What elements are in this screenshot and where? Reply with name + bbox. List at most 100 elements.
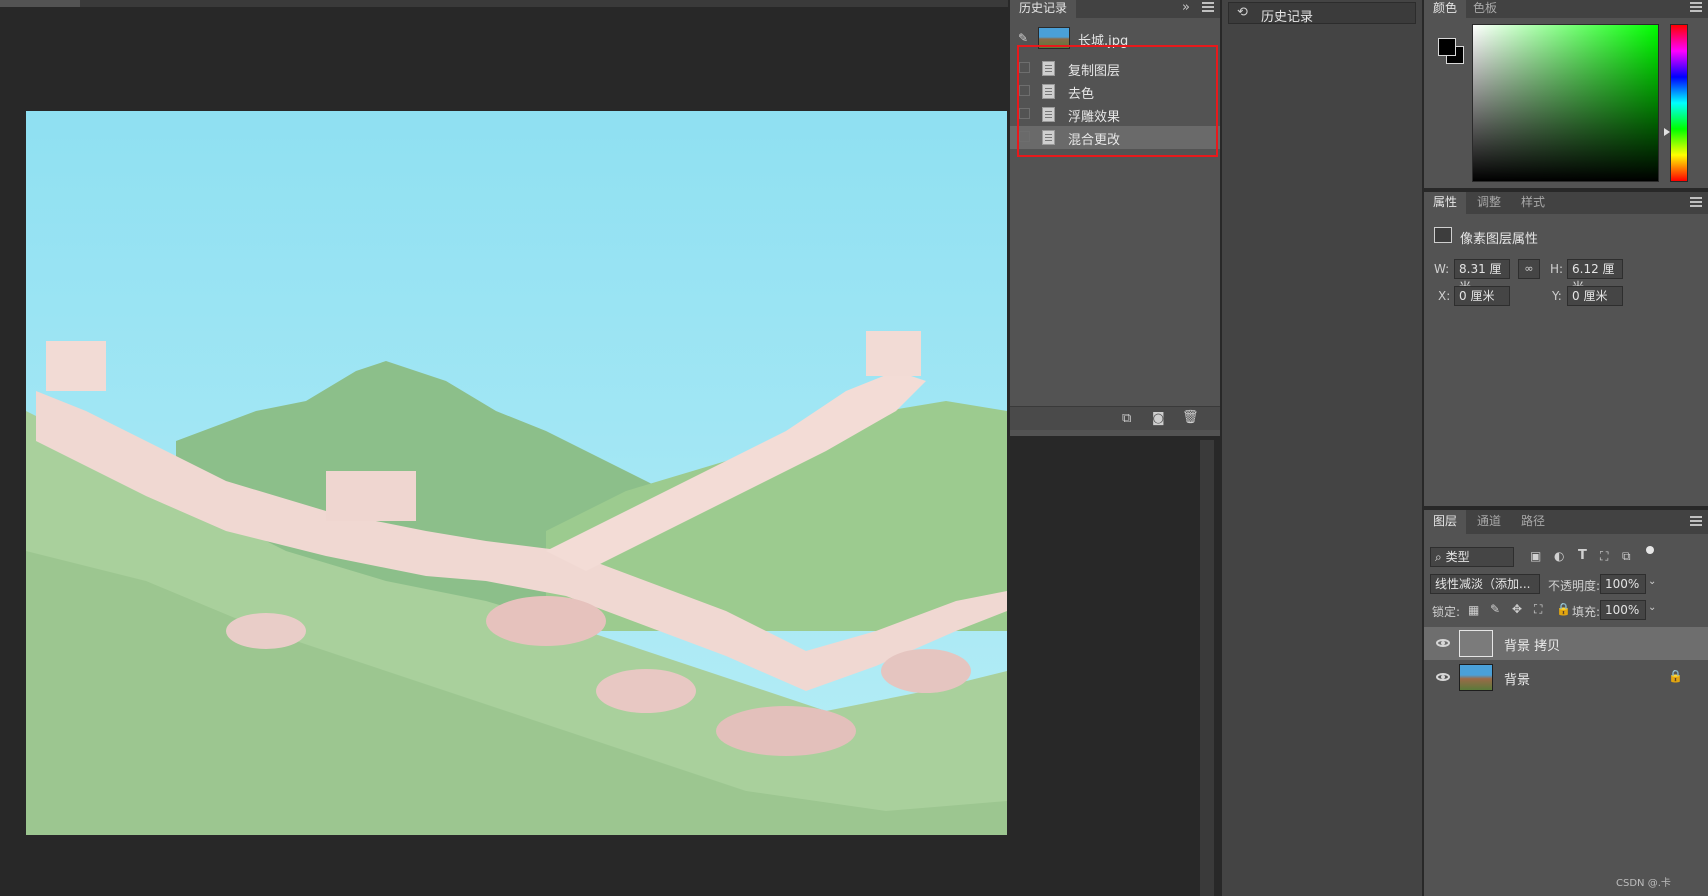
hue-slider[interactable] <box>1670 24 1688 182</box>
lock-position-icon[interactable]: ✥ <box>1512 602 1522 616</box>
history-step-icon <box>1042 84 1055 99</box>
history-panel-tabbar: 历史记录 » <box>1010 0 1220 18</box>
tab-channels[interactable]: 通道 <box>1468 510 1510 534</box>
layer-name[interactable]: 背景 拷贝 <box>1504 635 1560 654</box>
layer-row-background-copy[interactable]: 背景 拷贝 <box>1424 627 1708 660</box>
history-step-label: 浮雕效果 <box>1068 110 1121 125</box>
history-brush-source-icon[interactable]: ✎ <box>1018 31 1028 45</box>
history-panel-footer: ⧉ ◙ 🗑 <box>1010 406 1220 430</box>
width-field[interactable]: 8.31 厘米 <box>1454 259 1510 294</box>
lock-artboard-icon[interactable]: ⛶ <box>1534 602 1542 617</box>
search-icon: ⌕ <box>1435 550 1442 564</box>
panel-menu-icon[interactable] <box>1690 516 1702 526</box>
lock-icon: 🔒 <box>1668 669 1683 683</box>
dock-history-button[interactable]: ⟲ 历史记录 <box>1228 2 1416 25</box>
history-step-label: 混合更改 <box>1068 133 1121 148</box>
panel-menu-icon[interactable] <box>1690 2 1702 12</box>
height-field[interactable]: 6.12 厘米 <box>1567 259 1623 294</box>
layer-filter-select[interactable]: ⌕ 类型 <box>1430 547 1514 567</box>
x-field[interactable]: 0 厘米 <box>1454 286 1510 306</box>
new-document-from-state-icon[interactable]: ⧉ <box>1122 411 1131 426</box>
panel-menu-icon[interactable] <box>1690 197 1702 207</box>
document-tab[interactable] <box>0 0 80 7</box>
history-step-label: 复制图层 <box>1068 64 1121 79</box>
filter-shape-icon[interactable]: ⛶ <box>1600 549 1608 564</box>
layer-name[interactable]: 背景 <box>1504 669 1530 688</box>
layer-filter-label: 类型 <box>1445 550 1470 564</box>
properties-panel-tabbar: 属性 调整 样式 <box>1424 192 1708 214</box>
fill-label: 填充: <box>1572 605 1601 619</box>
document-canvas-area[interactable] <box>0 0 1008 896</box>
history-panel: 历史记录 » ✎ 长城.jpg 复制图层 去色 浮雕效果 混合更改 <box>1010 0 1220 436</box>
x-label: X: <box>1438 289 1451 303</box>
lock-image-pixels-icon[interactable]: ✎ <box>1490 602 1500 616</box>
opacity-label: 不透明度: <box>1548 579 1601 593</box>
visibility-eye-icon[interactable] <box>1436 673 1450 681</box>
history-step[interactable]: 复制图层 <box>1010 57 1220 80</box>
snapshot-name: 长城.jpg <box>1078 34 1129 49</box>
dock-history-label: 历史记录 <box>1261 10 1314 25</box>
history-step[interactable]: 去色 <box>1010 80 1220 103</box>
history-step-icon <box>1042 130 1055 145</box>
filter-smart-object-icon[interactable]: ⧉ <box>1622 549 1631 564</box>
vertical-scrollbar[interactable] <box>1200 440 1214 896</box>
snapshot-thumbnail <box>1038 27 1070 49</box>
history-step-icon <box>1042 107 1055 122</box>
fill-field[interactable]: 100% <box>1600 600 1646 620</box>
history-step-selected[interactable]: 混合更改 <box>1010 126 1220 149</box>
great-wall-image[interactable] <box>26 111 1007 835</box>
filter-type-icon[interactable]: T <box>1578 548 1587 563</box>
tab-swatches[interactable]: 色板 <box>1464 0 1506 18</box>
filter-toggle-icon[interactable] <box>1646 546 1654 554</box>
history-step-checkbox[interactable] <box>1019 85 1030 96</box>
watermark: CSDN @.卡 <box>1616 878 1671 889</box>
history-step[interactable]: 浮雕效果 <box>1010 103 1220 126</box>
visibility-eye-icon[interactable] <box>1436 639 1450 647</box>
collapsed-panel-dock <box>1222 0 1422 896</box>
history-icon: ⟲ <box>1237 5 1248 20</box>
y-field[interactable]: 0 厘米 <box>1567 286 1623 306</box>
lock-label: 锁定: <box>1432 605 1461 619</box>
layer-row-background[interactable]: 背景 🔒 <box>1424 661 1708 694</box>
lock-all-icon[interactable]: 🔒 <box>1556 602 1571 616</box>
tab-styles[interactable]: 样式 <box>1512 192 1554 214</box>
blend-mode-select[interactable]: 线性减淡（添加... <box>1430 574 1540 594</box>
layers-panel: 图层 通道 路径 ⌕ 类型 ▣ ◐ T ⛶ ⧉ 线性减淡（添加... 不透明度:… <box>1424 510 1708 896</box>
history-snapshot[interactable]: ✎ 长城.jpg <box>1010 24 1220 52</box>
y-label: Y: <box>1552 289 1562 303</box>
foreground-color-swatch[interactable] <box>1438 38 1456 56</box>
layers-panel-tabbar: 图层 通道 路径 <box>1424 510 1708 534</box>
filter-pixel-icon[interactable]: ▣ <box>1530 549 1541 563</box>
tab-adjustments[interactable]: 调整 <box>1468 192 1510 214</box>
color-panel: 颜色 色板 <box>1424 0 1708 188</box>
trash-icon[interactable]: 🗑 <box>1182 410 1199 425</box>
history-step-checkbox[interactable] <box>1019 131 1030 142</box>
hue-slider-handle[interactable] <box>1664 128 1670 136</box>
properties-heading: 像素图层属性 <box>1460 232 1539 247</box>
fill-dropdown-icon[interactable]: ⌄ <box>1648 602 1656 613</box>
opacity-field[interactable]: 100% <box>1600 574 1646 594</box>
pixel-layer-icon <box>1434 227 1452 243</box>
lock-transparent-pixels-icon[interactable]: ▦ <box>1468 603 1479 617</box>
color-picker-field[interactable] <box>1472 24 1659 182</box>
width-label: W: <box>1434 262 1450 276</box>
layer-thumbnail <box>1459 630 1493 657</box>
link-dimensions-icon[interactable]: ∞ <box>1518 259 1540 279</box>
history-step-label: 去色 <box>1068 87 1095 102</box>
panel-menu-icon[interactable] <box>1202 2 1214 12</box>
tab-properties[interactable]: 属性 <box>1424 192 1467 214</box>
opacity-dropdown-icon[interactable]: ⌄ <box>1648 576 1656 587</box>
collapse-panel-icon[interactable]: » <box>1182 0 1190 15</box>
tab-paths[interactable]: 路径 <box>1512 510 1554 534</box>
filter-adjustment-icon[interactable]: ◐ <box>1554 549 1564 563</box>
color-panel-tabbar: 颜色 色板 <box>1424 0 1708 18</box>
history-step-checkbox[interactable] <box>1019 62 1030 73</box>
tab-history[interactable]: 历史记录 <box>1010 0 1077 18</box>
document-tab-strip <box>0 0 1008 7</box>
tab-layers[interactable]: 图层 <box>1424 510 1467 534</box>
layer-thumbnail <box>1459 664 1493 691</box>
camera-icon[interactable]: ◙ <box>1152 411 1165 426</box>
tab-color[interactable]: 颜色 <box>1424 0 1467 18</box>
empty-dock-area <box>1010 436 1220 896</box>
history-step-checkbox[interactable] <box>1019 108 1030 119</box>
